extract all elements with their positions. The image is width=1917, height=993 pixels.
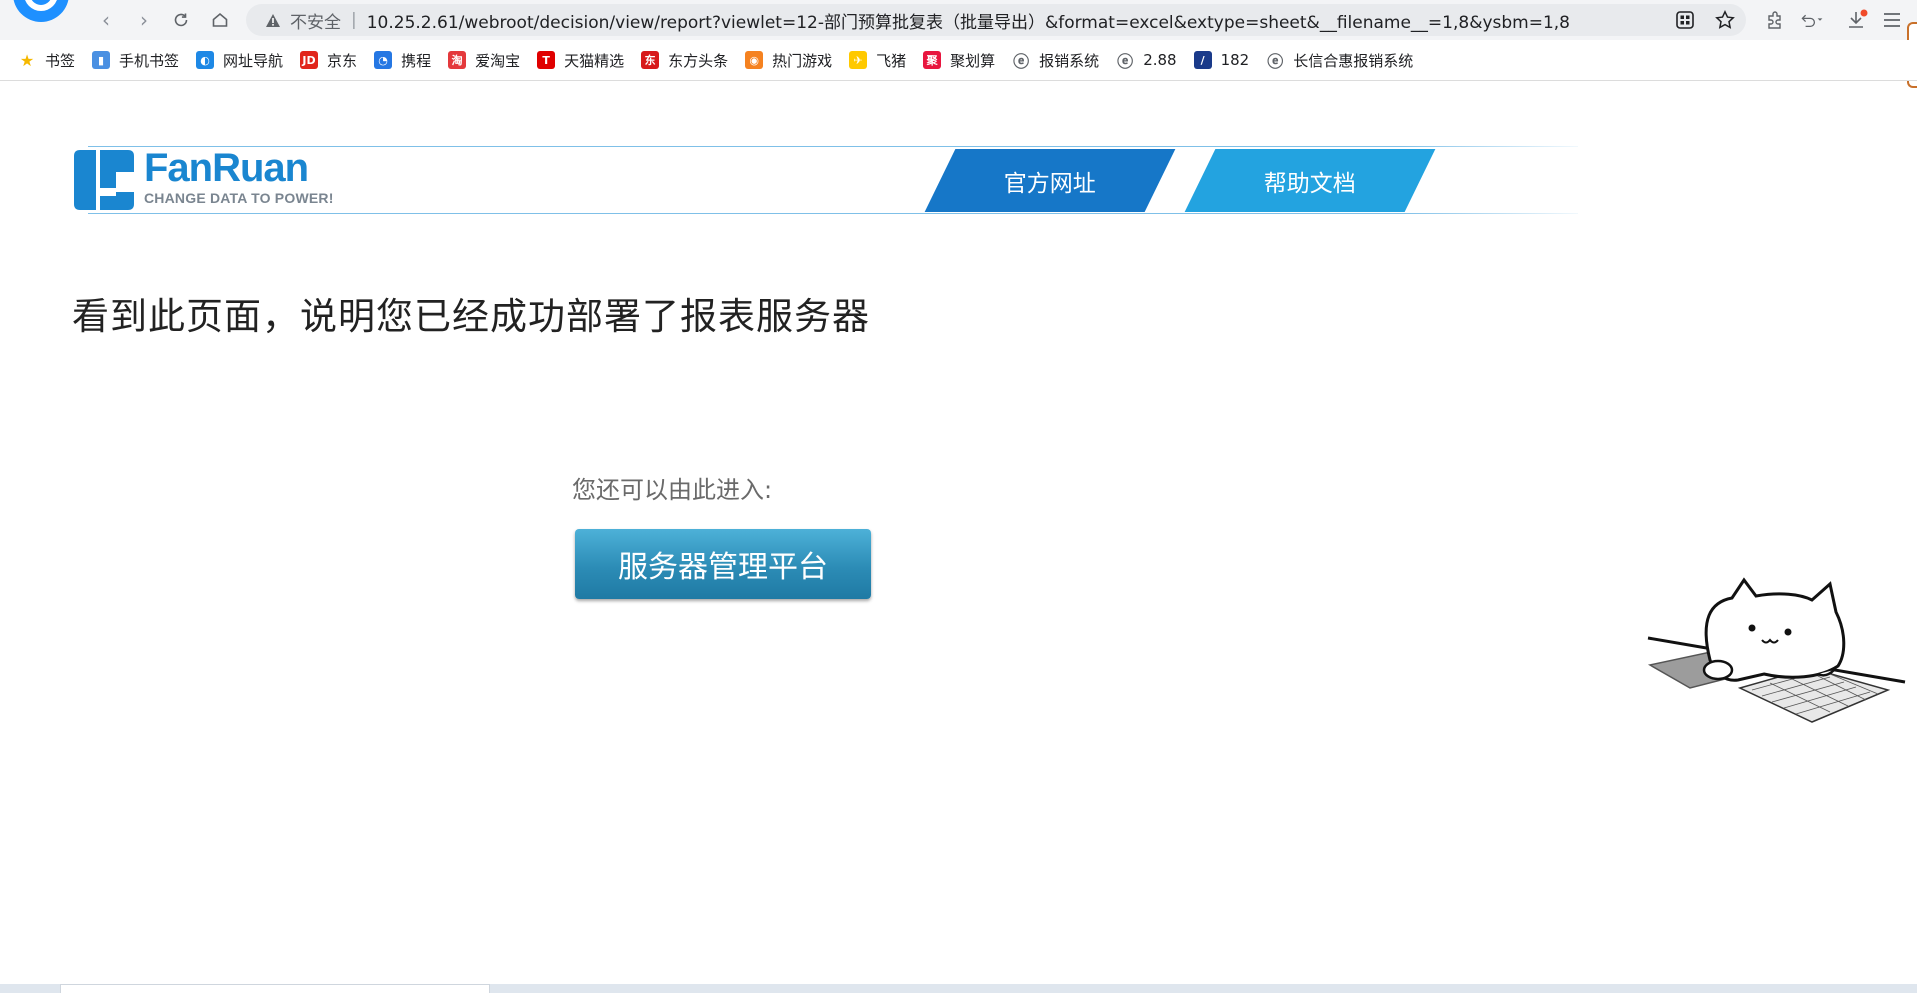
globe-icon: ⓔ — [1013, 52, 1030, 71]
bookmark-item[interactable]: ◉ 热门游戏 — [745, 50, 832, 71]
home-icon[interactable] — [208, 8, 232, 32]
slash-icon: / — [1193, 51, 1212, 69]
ctrip-icon: ◔ — [374, 51, 393, 69]
toutiao-icon: 东 — [641, 51, 660, 69]
bookmark-label: 182 — [1220, 51, 1250, 69]
enter-label: 您还可以由此进入: — [572, 476, 773, 504]
bookmark-label: 东方头条 — [668, 51, 729, 70]
bookmark-label: 飞猪 — [876, 51, 907, 70]
bookmark-label: 天猫精选 — [564, 51, 625, 70]
bookmark-item[interactable]: 聚聚划算 — [923, 50, 995, 71]
url-text[interactable]: 10.25.2.61/webroot/decision/view/report?… — [367, 8, 1570, 33]
star-bookmark-icon[interactable] — [1713, 8, 1737, 32]
taobao-icon: 淘 — [448, 51, 467, 69]
bookmark-item[interactable]: ⓔ 报销系统 — [1012, 50, 1100, 72]
browser-logo-icon — [12, 0, 70, 22]
browser-toolbar: ‹ › 不安全 | 10.25.2.61/webroot/decision/vi… — [0, 0, 1917, 40]
bookmark-item[interactable]: ✈ 飞猪 — [849, 50, 906, 71]
bookmark-label: 热门游戏 — [772, 51, 833, 70]
help-docs-tab[interactable]: 帮助文档 — [1184, 149, 1436, 212]
bookmark-label: 书签 — [45, 51, 76, 70]
official-site-tab[interactable]: 官方网址 — [924, 149, 1176, 212]
bookmark-item[interactable]: ◐ 网址导航 — [196, 50, 283, 71]
logo-name: FanRuan — [144, 146, 309, 190]
logo-tagline: CHANGE DATA TO POWER! — [144, 190, 334, 206]
bookmark-item[interactable]: ◔ 携程 — [374, 50, 431, 71]
bookmarks-bar: ★ 书签 ▮ 手机书签 ◐ 网址导航 JD 京东 ◔ 携程淘爱淘宝 T 天猫精选东东方头条 ◉ 热门游戏 ✈… — [0, 40, 1917, 81]
back-icon[interactable]: ‹ — [94, 8, 118, 32]
bookmark-label: 网址导航 — [223, 51, 284, 70]
menu-icon[interactable] — [1880, 8, 1904, 32]
bookmark-label: 携程 — [401, 51, 432, 70]
qr-icon[interactable] — [1673, 8, 1697, 32]
bookmark-item[interactable]: ★ 书签 — [18, 50, 75, 71]
tmall-icon: T — [537, 51, 556, 69]
bookmark-item[interactable]: ⓔ 长信合惠报销系统 — [1266, 50, 1414, 72]
bookmark-item[interactable]: JD 京东 — [300, 50, 357, 71]
bookmark-label: 报销系统 — [1039, 51, 1100, 70]
insecure-label: 不安全 — [290, 12, 341, 33]
extensions-icon[interactable] — [1763, 8, 1787, 32]
bookmark-item[interactable]: ▮ 手机书签 — [92, 50, 179, 71]
bookmark-label: 聚划算 — [950, 51, 996, 70]
bookmark-item[interactable]: T 天猫精选 — [537, 50, 624, 71]
bookmark-label: 2.88 — [1143, 51, 1177, 69]
juhuasuan-icon: 聚 — [923, 51, 942, 69]
address-separator: | — [351, 10, 357, 30]
phone-icon: ▮ — [92, 51, 111, 69]
official-site-label: 官方网址 — [1004, 170, 1096, 197]
bottom-tab[interactable] — [60, 984, 490, 993]
bookmark-item[interactable]: 淘爱淘宝 — [448, 50, 520, 71]
forward-icon[interactable]: › — [132, 8, 156, 32]
page-title: 看到此页面，说明您已经成功部署了报表服务器 — [72, 295, 870, 338]
undo-icon[interactable] — [1800, 8, 1824, 32]
fanruan-logo-text: FanRuan CHANGE DATA TO POWER! — [144, 148, 334, 206]
globe-icon: ⓔ — [1267, 52, 1284, 71]
bookmark-label: 手机书签 — [119, 51, 180, 70]
address-bar[interactable]: 不安全 | 10.25.2.61/webroot/decision/view/r… — [246, 4, 1746, 36]
reload-icon[interactable] — [169, 8, 193, 32]
globe-icon: ⓔ — [1117, 52, 1134, 71]
nav-icon: ◐ — [196, 51, 215, 69]
help-docs-label: 帮助文档 — [1264, 170, 1356, 197]
fliggy-icon: ✈ — [849, 51, 868, 69]
warning-icon — [264, 11, 282, 29]
bookmark-item[interactable]: 东东方头条 — [641, 50, 728, 71]
server-admin-button[interactable]: 服务器管理平台 — [575, 529, 871, 599]
bookmark-label: 爱淘宝 — [475, 51, 521, 70]
bookmark-label: 长信合惠报销系统 — [1293, 51, 1414, 70]
bookmark-label: 京东 — [327, 51, 358, 70]
jd-icon: JD — [300, 51, 319, 69]
download-icon[interactable] — [1845, 8, 1869, 32]
bookmark-item[interactable]: ⓔ 2.88 — [1116, 51, 1177, 71]
typing-cat-icon — [1640, 570, 1917, 730]
game-icon: ◉ — [745, 51, 764, 69]
star-icon: ★ — [19, 50, 35, 70]
bookmark-item[interactable]: / 182 — [1193, 51, 1250, 69]
fanruan-logo-icon — [72, 148, 136, 216]
